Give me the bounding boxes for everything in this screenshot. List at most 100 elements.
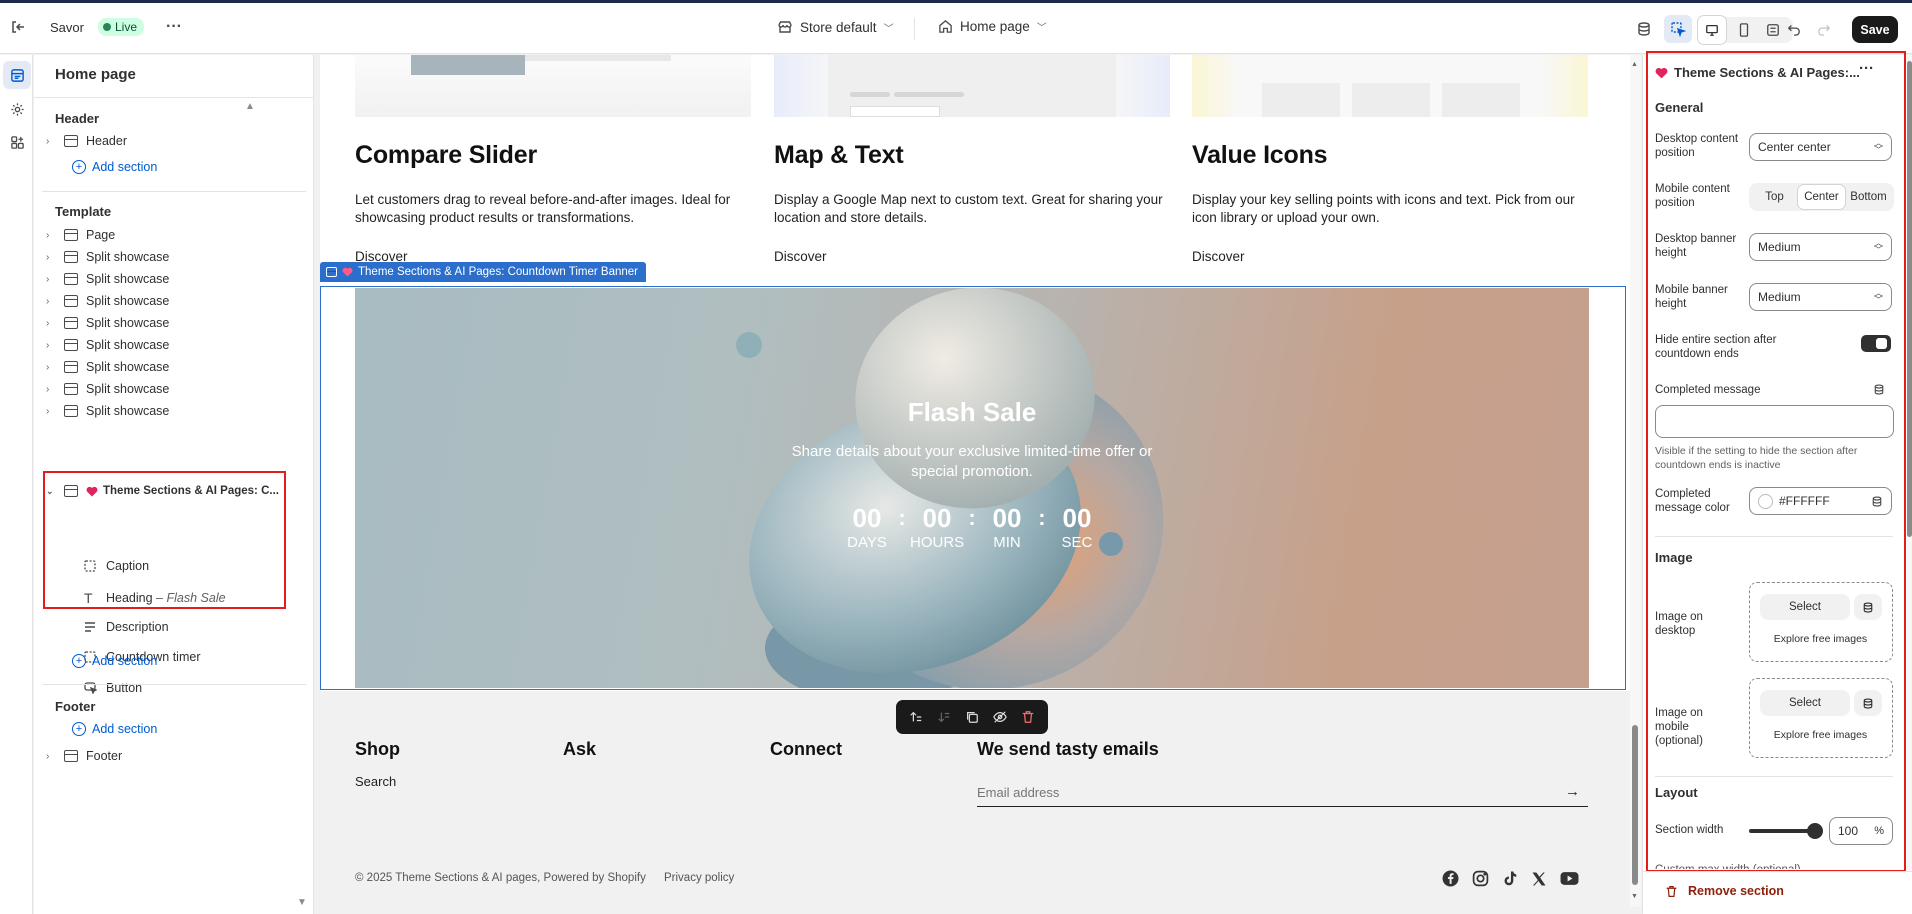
section-icon — [64, 361, 78, 373]
page-dropdown[interactable]: Home page ﹀ — [938, 19, 1047, 34]
abstract-shapes-image — [736, 288, 1164, 688]
block-heading[interactable]: T Heading – Flash Sale — [84, 587, 226, 609]
caption-block-icon — [84, 560, 96, 572]
desktop-icon[interactable] — [1698, 16, 1726, 44]
section-header[interactable]: › Header — [46, 130, 127, 152]
scrollbar-thumb[interactable] — [1907, 61, 1912, 537]
section-icon — [64, 229, 78, 241]
x-twitter-icon[interactable] — [1531, 871, 1547, 887]
footer-search-link[interactable]: Search — [355, 774, 396, 789]
section-page[interactable]: › Page — [46, 224, 169, 246]
tiktok-icon[interactable] — [1502, 870, 1518, 887]
footer-group-label: Footer — [55, 699, 96, 714]
scroll-down-icon[interactable]: ▼ — [1631, 893, 1638, 900]
apps-icon[interactable] — [3, 128, 31, 156]
section-split-showcase[interactable]: › Split showcase — [46, 268, 169, 290]
scrollbar-thumb[interactable] — [1632, 725, 1638, 885]
divider — [1655, 776, 1893, 777]
save-button[interactable]: Save — [1852, 16, 1898, 43]
settings-gear-icon[interactable] — [3, 95, 31, 123]
text-type-icon: T — [84, 590, 93, 606]
sections-panel: Home page ▲ Header › Header + Add section… — [34, 55, 314, 914]
move-down-icon[interactable] — [937, 710, 951, 724]
settings-panel: Theme Sections & AI Pages:... ··· Genera… — [1642, 51, 1912, 914]
sections-icon[interactable] — [3, 61, 31, 89]
explore-free-images-link[interactable]: Explore free images — [1750, 633, 1891, 645]
section-countdown-timer-banner[interactable]: ⌄ Theme Sections & AI Pages: C... — [46, 480, 279, 502]
select-image-desktop-button[interactable]: Select — [1760, 594, 1850, 620]
instagram-icon[interactable] — [1472, 870, 1489, 887]
section-width-slider-track[interactable] — [1749, 829, 1813, 833]
section-split-showcase[interactable]: › Split showcase — [46, 378, 169, 400]
option-top[interactable]: Top — [1751, 185, 1798, 209]
completed-color-picker[interactable]: #FFFFFF — [1749, 487, 1892, 515]
add-section-footer[interactable]: + Add section — [72, 722, 157, 736]
preview-scrollbar[interactable]: ▲ ▼ — [1630, 55, 1641, 907]
settings-scrollbar[interactable] — [1907, 55, 1912, 870]
heart-icon — [342, 267, 353, 277]
card-discover-link[interactable]: Discover — [774, 249, 827, 264]
redo-icon[interactable] — [1810, 15, 1838, 43]
hide-section-toggle[interactable] — [1861, 335, 1891, 352]
section-split-showcase[interactable]: › Split showcase — [46, 400, 169, 422]
section-split-showcase[interactable]: › Split showcase — [46, 312, 169, 334]
mobile-icon[interactable] — [1730, 16, 1758, 44]
image-placeholder — [894, 92, 964, 97]
completed-color-label: Completed message color — [1655, 488, 1730, 514]
card-discover-link[interactable]: Discover — [1192, 249, 1245, 264]
database-icon[interactable] — [1854, 690, 1882, 716]
section-split-showcase[interactable]: › Split showcase — [46, 356, 169, 378]
database-icon[interactable] — [1873, 383, 1885, 396]
database-icon[interactable] — [1630, 15, 1658, 43]
section-width-slider-thumb[interactable] — [1807, 823, 1823, 839]
delete-trash-icon[interactable] — [1021, 710, 1035, 724]
header-group-label: Header — [55, 111, 100, 126]
section-tag[interactable]: Theme Sections & AI Pages: Countdown Tim… — [320, 262, 646, 282]
newsletter-email-input[interactable] — [977, 779, 1588, 807]
scroll-down-icon[interactable]: ▼ — [297, 897, 307, 908]
more-actions-icon[interactable]: ··· — [160, 13, 188, 41]
chevron-right-icon: › — [46, 405, 50, 417]
theme-dropdown[interactable]: Store default ﹀ — [777, 19, 894, 35]
remove-section-button[interactable]: Remove section — [1665, 884, 1784, 898]
block-button[interactable]: Button — [84, 677, 142, 699]
duplicate-icon[interactable] — [965, 710, 979, 724]
scroll-up-icon[interactable]: ▲ — [245, 101, 255, 112]
arrow-right-icon[interactable]: → — [1565, 783, 1580, 800]
add-section-template[interactable]: + Add section — [72, 654, 157, 668]
undo-icon[interactable] — [1780, 15, 1808, 43]
divider — [914, 18, 915, 40]
card-title: Map & Text — [774, 141, 904, 169]
desktop-position-select[interactable]: Center center ︿ ﹀ — [1749, 133, 1892, 161]
more-actions-icon[interactable]: ··· — [1859, 60, 1874, 77]
move-up-icon[interactable] — [909, 710, 923, 724]
section-split-showcase[interactable]: › Split showcase — [46, 334, 169, 356]
completed-message-input[interactable] — [1655, 405, 1894, 438]
database-icon[interactable] — [1854, 594, 1882, 620]
block-caption[interactable]: Caption — [84, 555, 149, 577]
scroll-up-icon[interactable]: ▲ — [1631, 61, 1638, 68]
facebook-icon[interactable] — [1442, 870, 1459, 887]
section-split-showcase[interactable]: › Split showcase — [46, 246, 169, 268]
section-footer[interactable]: › Footer — [46, 745, 122, 767]
section-width-input[interactable]: 100% — [1829, 817, 1893, 845]
footer-privacy-link[interactable]: Privacy policy — [664, 872, 734, 884]
hide-eye-icon[interactable] — [993, 710, 1007, 724]
mobile-height-select[interactable]: Medium ︿ ﹀ — [1749, 283, 1892, 311]
database-icon[interactable] — [1871, 495, 1883, 508]
select-arrows-icon: ︿ ﹀ — [1873, 288, 1883, 305]
explore-free-images-link[interactable]: Explore free images — [1750, 729, 1891, 741]
add-section-header[interactable]: + Add section — [72, 160, 157, 174]
select-image-mobile-button[interactable]: Select — [1760, 690, 1850, 716]
timer-separator: : — [968, 505, 976, 530]
inspector-icon[interactable] — [1664, 15, 1692, 43]
card-description: Display your key selling points with ico… — [1192, 192, 1575, 225]
section-split-showcase[interactable]: › Split showcase — [46, 290, 169, 312]
exit-icon[interactable] — [4, 13, 32, 41]
youtube-icon[interactable] — [1560, 871, 1579, 886]
desktop-height-select[interactable]: Medium ︿ ﹀ — [1749, 233, 1892, 261]
block-description[interactable]: Description — [84, 616, 169, 638]
store-icon — [778, 21, 792, 33]
option-bottom[interactable]: Bottom — [1845, 185, 1892, 209]
option-center[interactable]: Center — [1798, 185, 1845, 209]
